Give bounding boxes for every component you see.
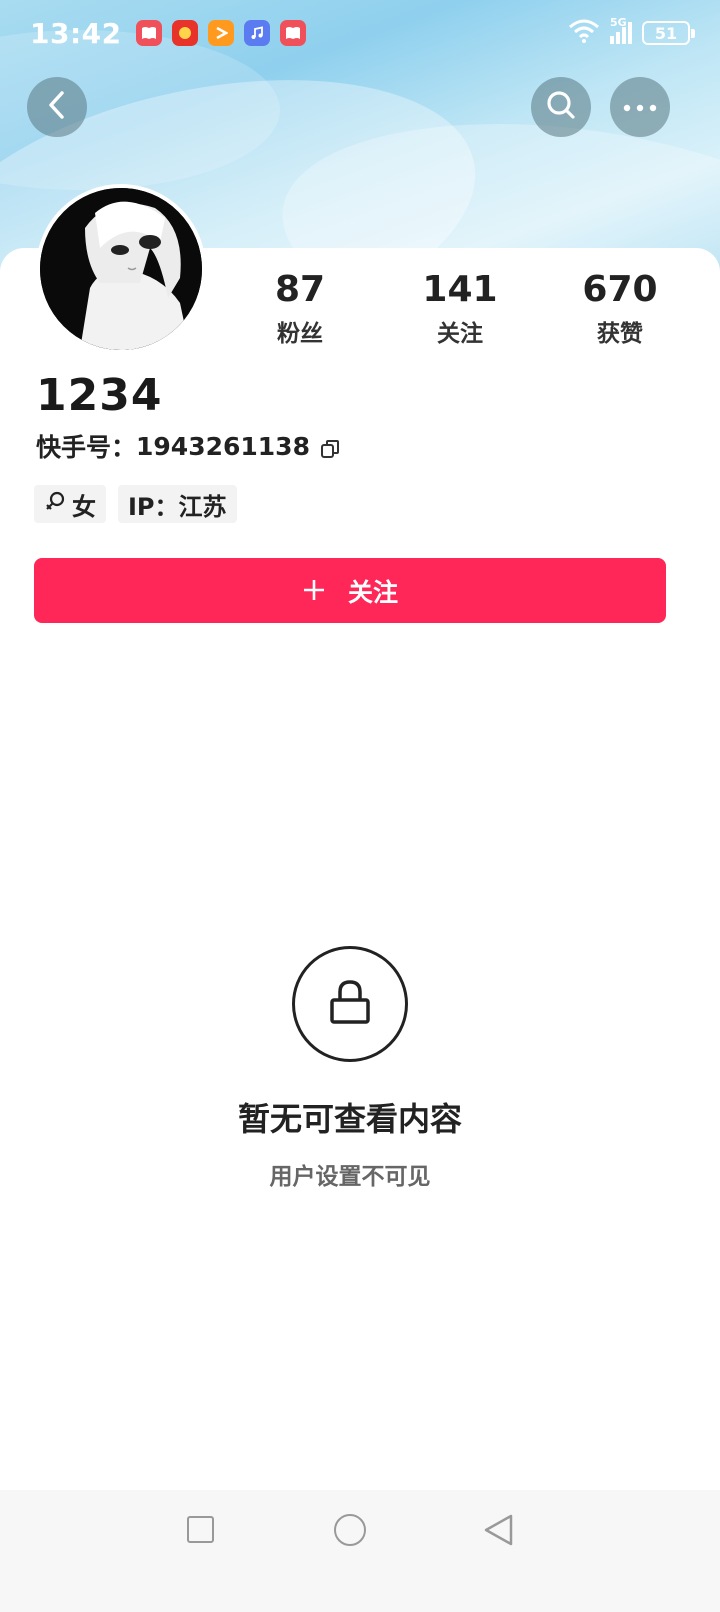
stat-following[interactable]: 141 关注: [390, 270, 530, 348]
empty-state-subtitle: 用户设置不可见: [269, 1164, 431, 1190]
status-time: 13:42: [30, 16, 122, 50]
video-app-icon: [207, 20, 234, 46]
system-back-button[interactable]: [482, 1513, 514, 1551]
lock-badge: [292, 946, 408, 1062]
battery-indicator: 51: [642, 21, 695, 45]
back-button[interactable]: [27, 77, 87, 137]
followers-count: 87: [274, 269, 326, 310]
status-bar: 13:42 5G 51: [0, 0, 720, 66]
followers-label: 粉丝: [277, 321, 323, 347]
likes-label: 获赞: [597, 321, 643, 347]
avatar[interactable]: [36, 184, 206, 354]
following-count: 141: [422, 269, 498, 310]
signal-icon: 5G: [610, 16, 632, 44]
copy-icon[interactable]: [320, 436, 340, 458]
female-icon: [44, 490, 66, 518]
book-app-icon-2: [279, 20, 306, 46]
music-app-icon: [243, 20, 270, 46]
shopping-app-icon: [171, 20, 198, 46]
profile-stats: 87 粉丝 141 关注 670 获赞: [220, 270, 700, 348]
system-nav-bar: [0, 1490, 720, 1612]
following-label: 关注: [437, 321, 483, 347]
follow-label: 关注: [347, 577, 398, 607]
gender-tag: 女: [34, 485, 106, 523]
recent-apps-button[interactable]: [187, 1516, 214, 1543]
likes-count: 670: [582, 269, 658, 310]
plus-icon: [302, 574, 326, 608]
ip-label: IP：江苏: [128, 492, 227, 521]
lock-icon: [328, 978, 372, 1030]
search-icon: [546, 90, 576, 124]
book-app-icon: [135, 20, 162, 46]
gender-label: 女: [72, 492, 96, 521]
home-button[interactable]: [334, 1514, 366, 1546]
stat-likes[interactable]: 670 获赞: [550, 270, 690, 348]
search-button[interactable]: [531, 77, 591, 137]
username: 1234: [36, 370, 163, 421]
empty-state-title: 暂无可查看内容: [237, 1100, 462, 1138]
uid-label: 快手号：: [36, 433, 137, 462]
notification-icons: [135, 20, 306, 46]
follow-button[interactable]: 关注: [34, 558, 666, 623]
more-button[interactable]: [610, 77, 670, 137]
profile-tags: 女 IP：江苏: [34, 485, 237, 523]
more-icon: [622, 98, 658, 117]
wifi-icon: [568, 19, 600, 47]
chevron-left-icon: [45, 90, 69, 124]
status-indicators: 5G 51: [568, 16, 695, 47]
ip-tag: IP：江苏: [118, 485, 237, 523]
stat-followers[interactable]: 87 粉丝: [230, 270, 370, 348]
uid-row: 快手号： 1943261138: [36, 428, 340, 464]
uid-value: 1943261138: [136, 431, 310, 461]
